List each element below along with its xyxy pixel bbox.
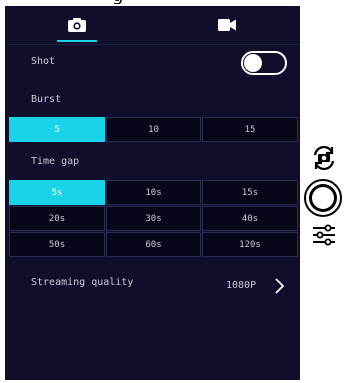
settings-panel: Shot Burst 5 10 15 Time gap 5s 10s 15s 2…	[5, 6, 300, 380]
clipped-heading-fragment: g	[112, 0, 262, 4]
time-gap-option[interactable]: 60s	[106, 232, 201, 257]
time-gap-option[interactable]: 120s	[202, 232, 298, 257]
streaming-quality-row[interactable]: Streaming quality 1080P	[5, 268, 300, 298]
tab-photo[interactable]	[55, 6, 99, 44]
switch-camera-icon[interactable]	[309, 143, 339, 173]
shot-label: Shot	[31, 56, 56, 67]
shutter-core	[312, 187, 334, 209]
toggle-knob	[244, 54, 262, 72]
burst-option[interactable]: 10	[106, 117, 201, 142]
burst-label: Burst	[31, 94, 62, 105]
streaming-quality-value: 1080P	[226, 280, 257, 291]
time-gap-option[interactable]: 15s	[202, 180, 298, 205]
video-camera-icon	[218, 19, 236, 31]
burst-options: 5 10 15	[9, 117, 299, 142]
chevron-right-icon	[275, 278, 285, 294]
time-gap-option[interactable]: 30s	[106, 206, 201, 231]
active-tab-indicator	[57, 40, 97, 42]
time-gap-option[interactable]: 10s	[106, 180, 201, 205]
burst-option[interactable]: 15	[202, 117, 298, 142]
streaming-quality-label: Streaming quality	[31, 277, 134, 288]
time-gap-options: 5s 10s 15s 20s 30s 40s 50s 60s 120s	[9, 180, 299, 257]
mode-tabs	[5, 6, 300, 45]
time-gap-option[interactable]: 5s	[9, 180, 105, 205]
side-controls	[300, 0, 346, 383]
time-gap-option[interactable]: 20s	[9, 206, 105, 231]
time-gap-label: Time gap	[31, 156, 80, 167]
shot-toggle[interactable]	[241, 51, 287, 75]
tab-video[interactable]	[205, 6, 249, 44]
shutter-button[interactable]	[304, 179, 342, 217]
sliders-icon[interactable]	[311, 222, 337, 248]
tabs-divider	[5, 44, 300, 45]
time-gap-option[interactable]: 40s	[202, 206, 298, 231]
camera-icon	[68, 18, 86, 32]
burst-option[interactable]: 5	[9, 117, 105, 142]
time-gap-option[interactable]: 50s	[9, 232, 105, 257]
